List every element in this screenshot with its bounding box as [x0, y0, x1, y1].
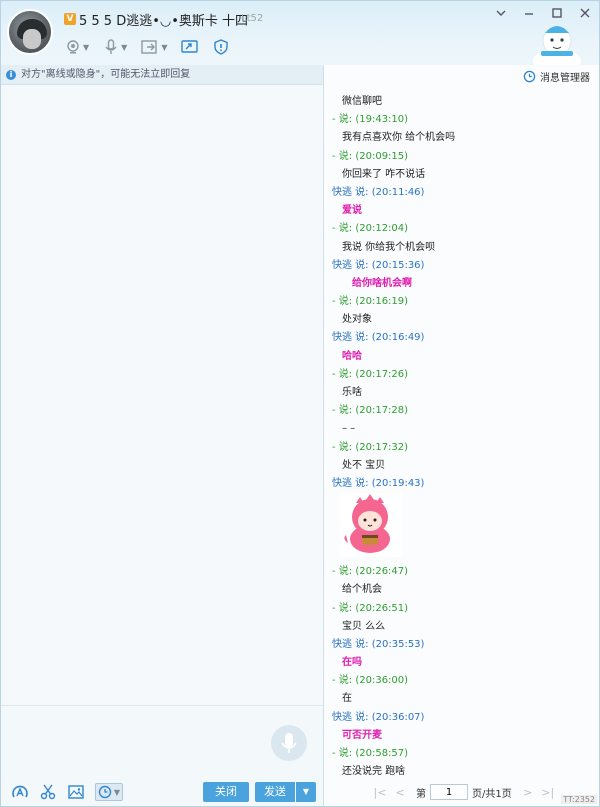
message-sender-time: 快逃 说: (20:19:43)	[332, 477, 425, 489]
file-transfer-icon	[141, 40, 158, 54]
message-text: 乐啥	[342, 387, 362, 398]
avatar[interactable]	[7, 9, 53, 55]
chevron-down-icon: ▼	[121, 42, 128, 52]
message-text: 你回来了 咋不说话	[342, 168, 426, 180]
offline-notice: i 对方"离线或隐身"，可能无法立即回复	[1, 65, 323, 85]
clock-icon	[98, 785, 112, 799]
avatar-face	[23, 29, 41, 49]
next-page-icon[interactable]: >	[518, 786, 538, 799]
message-sender-time: - 说: (20:26:47)	[332, 566, 409, 578]
chat-message-area[interactable]	[1, 85, 323, 705]
message-sender-time: - 说: (20:17:28)	[332, 405, 409, 417]
message-text: 给你啥机会啊	[352, 277, 412, 289]
message-text: 处不 宝贝	[342, 459, 386, 471]
chevron-down-icon: ▼	[161, 42, 168, 52]
video-call-button[interactable]: ▼	[65, 39, 89, 55]
close-icon[interactable]	[579, 7, 591, 19]
message-history-list[interactable]: 微信聊吧 - 说: (19:43:10) 我有点喜欢你 给个机会吗 - 说: (20:…	[332, 93, 594, 781]
prev-page-icon[interactable]: <	[390, 786, 410, 799]
first-page-icon[interactable]: |<	[370, 786, 390, 799]
voice-call-button[interactable]: ▼	[103, 39, 127, 55]
message-sender-time: 快逃 说: (20:11:46)	[332, 186, 425, 198]
message-text: 微信聊吧	[342, 96, 382, 107]
input-toolbar: ▼	[11, 783, 123, 801]
message-text: 还没说完 跑啥	[342, 766, 406, 778]
camera-icon	[67, 40, 79, 54]
info-icon: i	[6, 70, 16, 80]
security-button[interactable]	[213, 39, 229, 55]
remote-assist-button[interactable]	[181, 39, 199, 55]
message-sender-time: - 说: (20:16:19)	[332, 296, 409, 308]
vip-badge: V	[64, 13, 76, 25]
message-manager-link[interactable]: 消息管理器	[523, 69, 590, 84]
header-toolbar: ▼ ▼ ▼	[65, 37, 229, 57]
message-manager-label: 消息管理器	[540, 73, 590, 84]
voice-input-button[interactable]	[271, 725, 307, 761]
shield-icon	[214, 39, 229, 55]
offline-notice-text: 对方"离线或隐身"，可能无法立即回复	[21, 69, 191, 80]
message-history-panel: 消息管理器 微信聊吧 - 说: (19:43:10) 我有点喜欢你 给个机会吗 - 说…	[324, 65, 599, 806]
maximize-icon[interactable]	[551, 7, 563, 19]
close-button[interactable]: 关闭	[203, 782, 249, 802]
skin-menu-icon[interactable]	[495, 7, 507, 19]
chevron-down-icon: ▼	[83, 42, 90, 52]
pager-prefix: 第	[416, 788, 426, 800]
clock-icon	[523, 70, 536, 83]
message-text: 我有点喜欢你 给个机会吗	[342, 132, 456, 144]
message-text: 可否开麦	[342, 729, 382, 741]
screen-share-icon	[181, 40, 199, 53]
message-text: 哈哈	[342, 350, 362, 362]
message-text: 爱说	[342, 205, 362, 217]
sticker-image[interactable]	[332, 493, 594, 563]
microphone-icon	[281, 733, 297, 753]
message-sender-time: 快逃 说: (20:15:36)	[332, 259, 425, 271]
message-sender-time: - 说: (19:43:10)	[332, 114, 409, 126]
message-text: 在吗	[342, 657, 362, 669]
page-number-input[interactable]	[430, 784, 468, 800]
message-sender-time: - 说: (20:17:32)	[332, 441, 409, 453]
last-page-icon[interactable]: >|	[538, 786, 558, 799]
pager-suffix: 页/共1页	[472, 788, 512, 800]
message-sender-time: - 说: (20:09:15)	[332, 150, 409, 162]
message-text: 处对象	[342, 314, 372, 326]
font-style-icon[interactable]	[11, 783, 29, 801]
window-controls	[495, 7, 591, 19]
history-toggle-button[interactable]: ▼	[95, 783, 123, 801]
image-icon[interactable]	[67, 783, 85, 801]
chevron-down-icon: ▼	[113, 787, 121, 797]
contact-level: Lt52	[241, 13, 264, 24]
send-button[interactable]: 发送	[255, 782, 295, 802]
message-text: 在	[342, 693, 352, 705]
scissors-icon[interactable]	[39, 783, 57, 801]
chat-header: V 5 5 5 D逃逃•◡•奥斯卡 十四 Lt52 ▼ ▼ ▼	[1, 1, 599, 65]
message-text: – –	[342, 423, 356, 435]
chat-window: V 5 5 5 D逃逃•◡•奥斯卡 十四 Lt52 ▼ ▼ ▼ i 对方"离线或…	[0, 0, 600, 807]
message-sender-time: - 说: (20:12:04)	[332, 223, 409, 235]
watermark: TT:2352	[561, 795, 597, 804]
message-sender-time: - 说: (20:17:26)	[332, 368, 409, 380]
snowman-decoration-icon	[533, 26, 581, 65]
message-sender-time: 快逃 说: (20:16:49)	[332, 332, 425, 344]
contact-nickname[interactable]: 5 5 5 D逃逃•◡•奥斯卡 十四	[79, 10, 248, 29]
history-pager: |< < 第 页/共1页 > >|	[324, 780, 599, 804]
message-sender-time: - 说: (20:58:57)	[332, 748, 409, 759]
minimize-icon[interactable]	[523, 7, 535, 19]
message-sender-time: - 说: (20:26:51)	[332, 602, 409, 614]
send-options-button[interactable]: ▼	[296, 782, 316, 802]
message-sender-time: 快逃 说: (20:36:07)	[332, 711, 425, 723]
message-sender-time: 快逃 说: (20:35:53)	[332, 638, 425, 650]
pink-dinosaur-sticker-icon	[340, 493, 402, 558]
message-text: 宝贝 么么	[342, 620, 386, 632]
message-text: 给个机会	[342, 584, 382, 596]
microphone-icon	[105, 39, 117, 54]
send-file-button[interactable]: ▼	[141, 39, 167, 55]
message-sender-time: - 说: (20:36:00)	[332, 675, 409, 687]
message-text: 我说 你给我个机会呗	[342, 241, 436, 253]
